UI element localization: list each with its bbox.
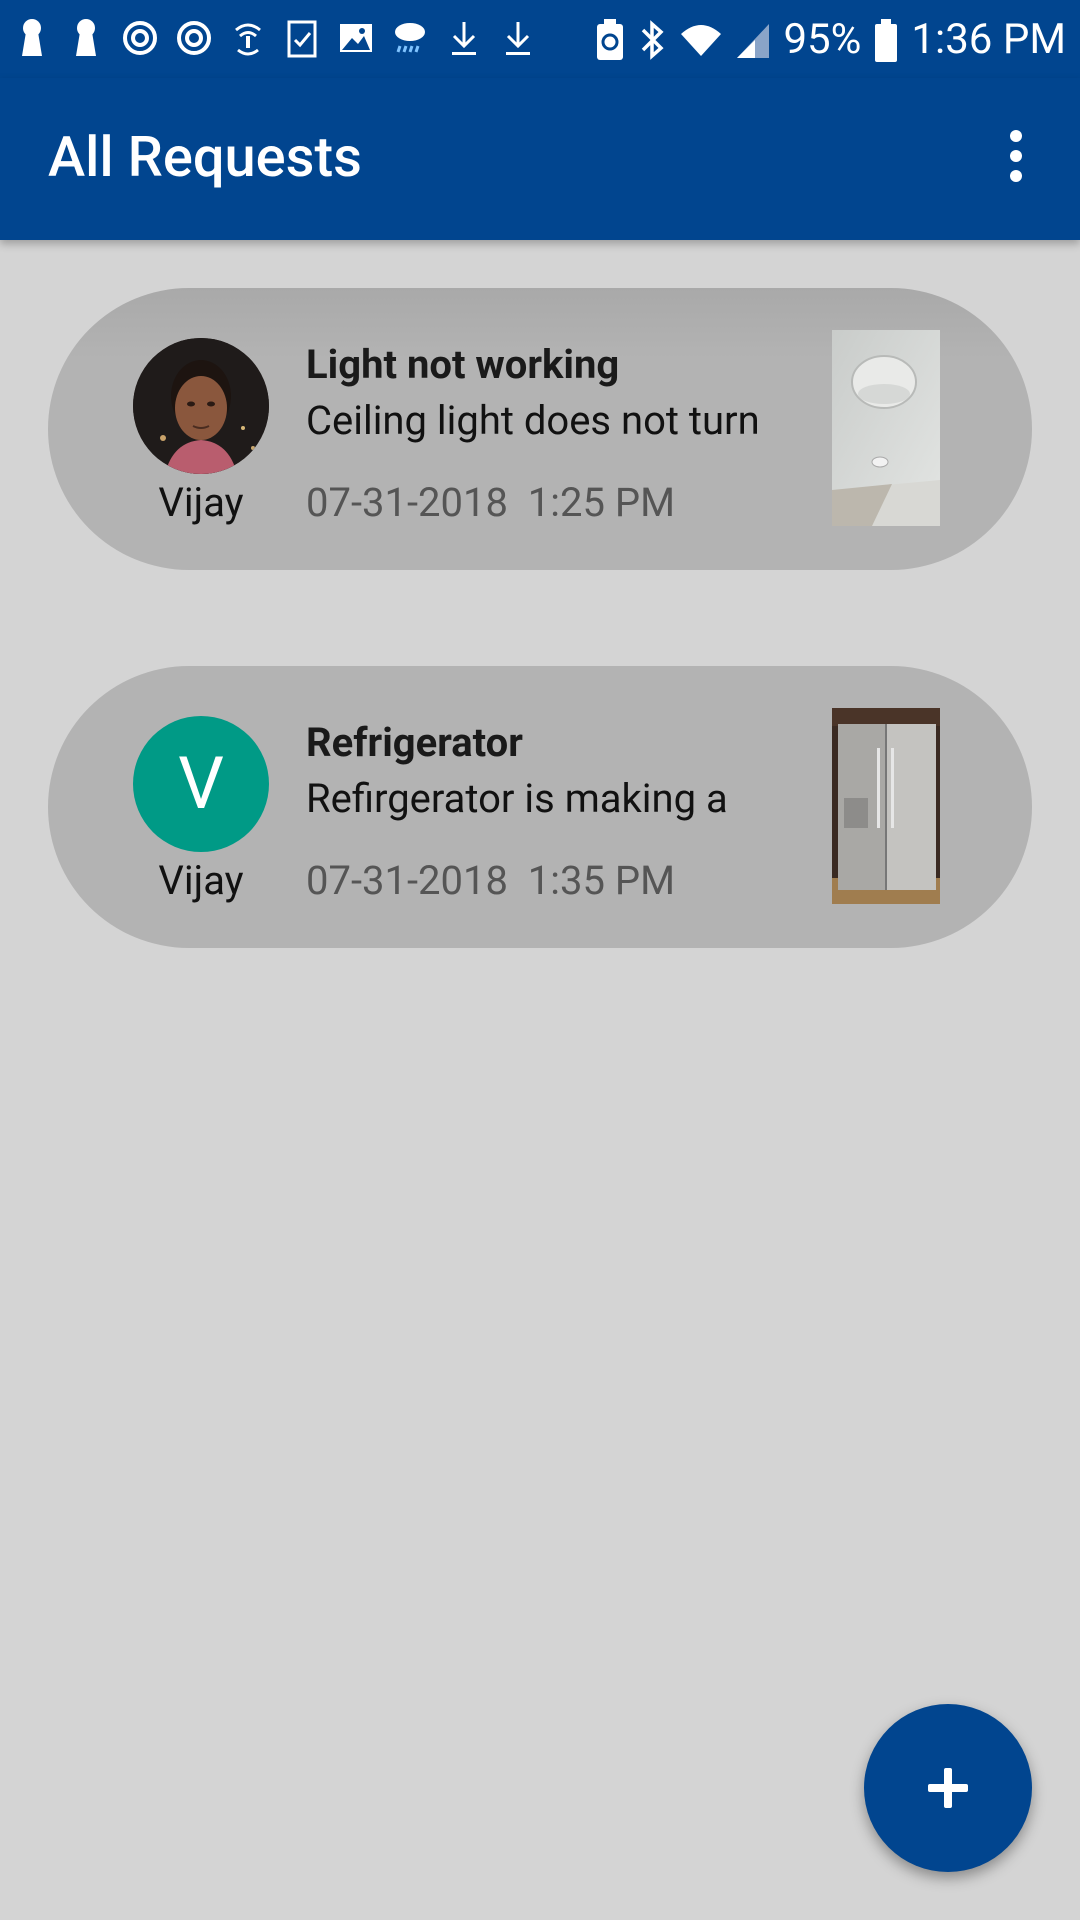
app-bar: All Requests xyxy=(0,78,1080,240)
request-description: Refirgerator is making a xyxy=(306,775,728,822)
bluetooth-icon xyxy=(642,20,664,60)
cell-signal-icon xyxy=(737,24,770,58)
request-title: Refrigerator xyxy=(306,719,523,766)
refrigerator-photo xyxy=(832,708,940,904)
request-datetime: 07-31-2018 1:25 PM xyxy=(306,479,676,526)
request-card[interactable]: V Vijay Refrigerator Refirgerator is mak… xyxy=(48,666,1032,948)
weather-rain-icon xyxy=(395,23,425,53)
keyhole-icon xyxy=(22,19,42,56)
request-thumbnail[interactable] xyxy=(832,330,940,526)
status-bar: 95% 1:36 PM xyxy=(0,0,1080,78)
page-title: All Requests xyxy=(48,124,362,190)
request-card[interactable]: Vijay Light not working Ceiling light do… xyxy=(48,288,1032,570)
add-request-button[interactable] xyxy=(864,1704,1032,1872)
request-title: Light not working xyxy=(306,341,620,388)
ceiling-light-photo xyxy=(832,330,940,526)
notification-icons xyxy=(14,16,536,60)
request-description: Ceiling light does not turn xyxy=(306,397,760,444)
clock: 1:36 PM xyxy=(911,15,1066,64)
sync-icon xyxy=(177,21,211,55)
avatar xyxy=(133,338,269,474)
plus-icon xyxy=(928,1768,968,1808)
request-thumbnail[interactable] xyxy=(832,708,940,904)
avatar: V xyxy=(133,716,269,852)
wifi-calling-icon xyxy=(235,23,261,56)
author-name: Vijay xyxy=(158,857,244,904)
user-photo xyxy=(133,338,269,474)
wifi-icon xyxy=(681,25,722,56)
download-icon xyxy=(506,22,530,55)
battery-icon xyxy=(875,19,898,62)
overflow-menu-icon xyxy=(1010,130,1022,182)
battery-saver-icon xyxy=(597,19,624,60)
battery-percentage: 95% xyxy=(783,15,862,64)
gallery-icon xyxy=(340,24,372,52)
request-datetime: 07-31-2018 1:35 PM xyxy=(306,857,676,904)
keyhole-icon xyxy=(76,19,96,56)
download-icon xyxy=(452,22,476,55)
author-name: Vijay xyxy=(158,479,244,526)
overflow-menu-button[interactable] xyxy=(992,126,1040,190)
checklist-icon xyxy=(287,20,317,58)
sync-icon xyxy=(123,21,157,55)
system-status: 95% 1:36 PM xyxy=(595,12,1066,68)
